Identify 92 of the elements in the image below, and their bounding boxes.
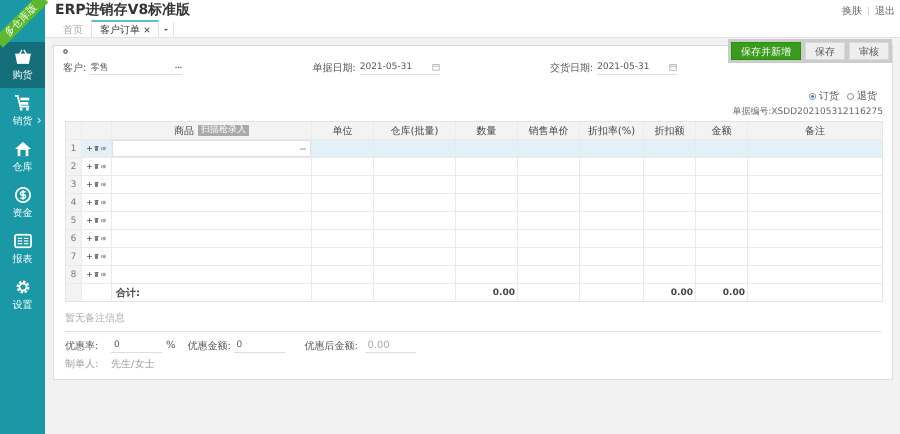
sidebar-item[interactable]: 仓库 [0,134,45,180]
column-header: 备注 [804,124,826,138]
toolbar-button[interactable]: 保存并新增 [731,42,801,60]
creator-name: 先生/女士 [111,358,154,371]
toolbar-button[interactable]: 保存 [805,42,845,60]
basket-icon [14,48,32,64]
table-row[interactable]: 3 [66,175,882,193]
sidebar-item[interactable]: 购货 [0,42,45,88]
row-number: 6 [66,230,82,247]
list-icon[interactable] [101,200,106,205]
list-icon[interactable] [101,164,106,169]
column-header: 商品 [174,124,194,138]
plus-icon[interactable] [87,254,92,259]
close-icon[interactable] [144,26,150,32]
caret-icon [163,28,169,32]
plus-icon[interactable] [87,272,92,277]
table-row[interactable]: 7 [66,247,882,265]
trash-icon[interactable] [94,218,99,223]
list-icon[interactable] [101,236,106,241]
row-number: 7 [66,248,82,265]
sidebar-item[interactable]: 资金 [0,180,45,226]
plus-icon[interactable] [87,182,92,187]
trash-icon[interactable] [94,164,99,169]
table-row[interactable]: 1 [66,139,882,157]
row-number: 4 [66,194,82,211]
table-row[interactable]: 2 [66,157,882,175]
app-title: ERP进销存V8标准版 [55,1,190,19]
order-type-radio[interactable]: 订货 [809,89,839,103]
trash-icon[interactable] [94,236,99,241]
table-row[interactable]: 4 [66,193,882,211]
row-number: 3 [66,176,82,193]
toolbar-button[interactable]: 审核 [849,42,889,60]
sidebar-item[interactable]: 设置 [0,272,45,318]
total-value: 0.00 [644,284,696,301]
product-input[interactable] [112,140,311,157]
trash-icon[interactable] [94,182,99,187]
sidebar-label: 报表 [12,252,32,266]
sidebar-label: 资金 [12,206,32,220]
field-label: 交货日期: [550,62,594,74]
report-icon [14,232,32,248]
trash-icon[interactable] [94,146,99,151]
table-row[interactable]: 6 [66,229,882,247]
row-number: 8 [66,266,82,283]
dollar-coin-icon [14,186,32,202]
house-icon [14,140,32,156]
field-label: 优惠后金额: [304,340,359,352]
trash-icon[interactable] [94,200,99,205]
table-row[interactable]: 5 [66,211,882,229]
page-tab[interactable]: 客户订单 [91,20,159,37]
total-value: 0.00 [456,284,518,301]
cart-icon [14,94,32,110]
row-number: 2 [66,158,82,175]
field-label: 制单人: [65,358,100,371]
total-label: 合计: [112,284,312,301]
order-number: 单据编号:XSDD202105312116275 [732,106,883,118]
discount-rate-field[interactable]: 0 [111,338,162,353]
sidebar-label: 设置 [12,298,32,312]
row-number: 1 [66,140,82,157]
discount-amount-field[interactable]: 0 [234,338,285,353]
header-link[interactable]: 换肤 [842,4,862,18]
date-field[interactable]: 2021-05-31 [360,60,440,75]
percent-unit: % [166,340,176,351]
sidebar-item[interactable]: 报表 [0,226,45,272]
order-type-radio[interactable]: 退货 [847,89,877,103]
customer-field[interactable]: 零售 [90,60,182,75]
table-row[interactable]: 8 [66,265,882,283]
row-number: 5 [66,212,82,229]
sidebar-label: 购货 [12,68,32,82]
list-icon[interactable] [101,182,106,187]
total-value: 0.00 [696,284,748,301]
plus-icon[interactable] [87,236,92,241]
field-label: 优惠率: [65,340,100,352]
date-field[interactable]: 2021-05-31 [597,60,678,75]
field-label: 优惠金额: [188,340,232,352]
sidebar-item[interactable]: 销货 [0,88,45,134]
header-link[interactable]: 退出 [875,4,895,18]
sidebar-label: 仓库 [12,160,32,174]
list-icon[interactable] [101,146,106,151]
trash-icon[interactable] [94,254,99,259]
scan-entry-tag[interactable]: 扫描枪录入 [198,125,249,136]
sidebar-label: 销货 [12,114,32,128]
field-label: 客户: [63,62,86,74]
plus-icon[interactable] [87,200,92,205]
list-icon[interactable] [101,218,106,223]
plus-icon[interactable] [87,218,92,223]
page-tab[interactable]: 首页 [55,22,91,37]
plus-icon[interactable] [87,146,92,151]
list-icon[interactable] [101,272,106,277]
list-icon[interactable] [101,254,106,259]
trash-icon[interactable] [94,272,99,277]
field-label: 单据日期: [312,62,356,74]
plus-icon[interactable] [87,164,92,169]
